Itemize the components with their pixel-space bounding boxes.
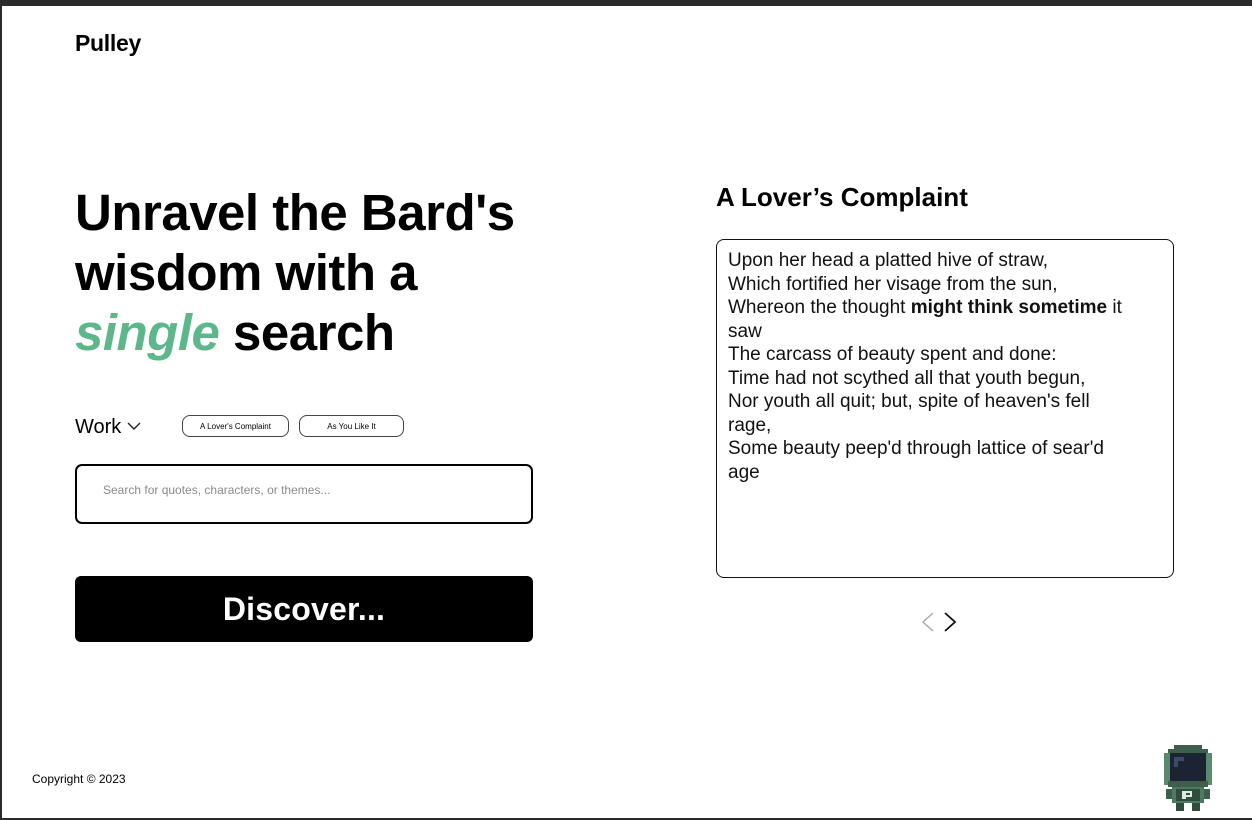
result-line: age: [728, 461, 760, 483]
result-line: rage,: [728, 414, 772, 436]
result-title: A Lover’s Complaint: [716, 182, 968, 212]
hero-heading: Unravel the Bard's wisdom with a single …: [75, 183, 595, 363]
result-line-before: Whereon the thought: [728, 297, 911, 318]
pixel-astronaut-icon[interactable]: [1162, 745, 1214, 813]
logo[interactable]: Pulley: [75, 30, 141, 57]
result-line: saw: [728, 320, 762, 342]
work-chip-lovers-complaint[interactable]: A Lover's Complaint: [182, 415, 289, 437]
result-line: Time had not scythed all that youth begu…: [728, 367, 1086, 389]
result-line: The carcass of beauty spent and done:: [728, 344, 1057, 365]
chevron-left-icon[interactable]: [920, 611, 936, 633]
result-line: Which fortified her visage from the sun,: [728, 273, 1058, 295]
result-line: Whereon the thought might think sometime…: [728, 296, 1160, 320]
search-input[interactable]: [101, 481, 505, 499]
hero-line-3: single search: [75, 303, 595, 363]
discover-button[interactable]: Discover...: [75, 576, 533, 642]
result-line: Upon her head a platted hive of straw,: [728, 250, 1049, 271]
result-line-after: it: [1107, 297, 1122, 318]
result-card: Upon her head a platted hive of straw, W…: [716, 239, 1174, 578]
result-line-highlight: might think sometime: [910, 297, 1108, 318]
hero-accent-word: single: [75, 304, 220, 361]
work-chip-as-you-like-it[interactable]: As You Like It: [299, 415, 404, 437]
work-dropdown-label: Work: [75, 415, 122, 438]
chevron-right-icon[interactable]: [942, 611, 958, 633]
result-pager: [920, 611, 958, 633]
hero-line-1: Unravel the Bard's: [75, 184, 515, 241]
hero-line-2: wisdom with a: [75, 244, 418, 301]
copyright-text: Copyright © 2023: [32, 772, 126, 786]
chevron-down-icon: [127, 422, 141, 430]
search-box[interactable]: [75, 464, 533, 524]
result-line: Some beauty peep'd through lattice of se…: [728, 438, 1104, 459]
window-top-bar: [0, 0, 1252, 6]
window-left-edge: [0, 0, 2, 820]
result-text: Upon her head a platted hive of straw, W…: [728, 249, 1160, 484]
hero-line-3-rest: search: [219, 304, 395, 361]
work-dropdown[interactable]: Work: [75, 412, 141, 442]
result-line: Nor youth all quit; but, spite of heaven…: [728, 391, 1090, 412]
